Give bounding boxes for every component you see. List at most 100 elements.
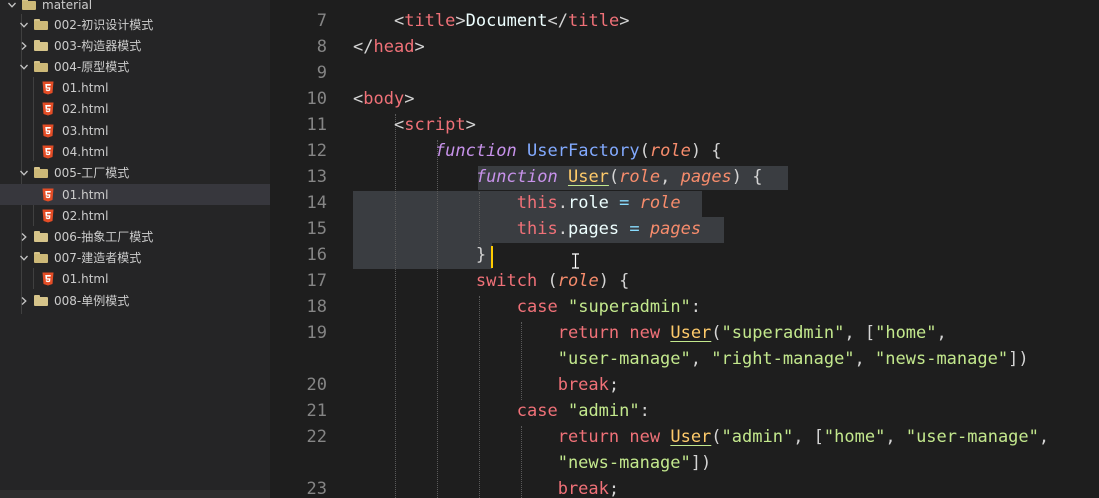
tree-file[interactable]: 01.html xyxy=(0,184,270,205)
chevron-down-icon[interactable] xyxy=(18,252,30,264)
code-token: User xyxy=(670,323,712,343)
chevron-right-icon[interactable] xyxy=(18,40,30,52)
code-token: ( xyxy=(608,167,620,187)
code-line[interactable]: </head> xyxy=(353,34,425,60)
tree-folder[interactable]: 007-建造者模式 xyxy=(0,247,270,268)
tree-folder[interactable]: 006-抽象工厂模式 xyxy=(0,226,270,247)
code-line[interactable]: this.pages = pages xyxy=(353,216,701,242)
code-token: "admin" xyxy=(567,401,640,421)
tree-item-label: 01.html xyxy=(62,80,109,95)
code-line[interactable]: <body> xyxy=(353,86,414,112)
chevron-down-icon[interactable] xyxy=(18,167,30,179)
text-cursor xyxy=(491,246,493,268)
tree-folder[interactable]: 003-构造器模式 xyxy=(0,35,270,56)
tree-folder[interactable]: material xyxy=(0,0,270,15)
code-line[interactable]: <script> xyxy=(353,112,476,138)
html5-icon xyxy=(42,145,54,159)
code-token: , xyxy=(660,167,681,187)
code-token: return xyxy=(557,427,620,447)
line-number: 10 xyxy=(306,89,327,109)
code-line[interactable]: <title>Document</title> xyxy=(353,8,630,34)
code-line[interactable]: } xyxy=(353,242,486,268)
code-token: , xyxy=(1038,427,1050,447)
code-line[interactable]: break; xyxy=(353,372,619,398)
code-token: case xyxy=(516,401,558,421)
tree-folder[interactable]: 008-单例模式 xyxy=(0,290,270,311)
tree-file[interactable]: 01.html xyxy=(0,268,270,289)
code-token: ( xyxy=(711,427,722,447)
code-line[interactable]: this.role = role xyxy=(353,190,681,216)
code-token: break xyxy=(557,375,609,395)
code-line[interactable]: switch (role) { xyxy=(353,268,630,294)
tree-file[interactable]: 02.html xyxy=(0,205,270,226)
code-token: role xyxy=(557,271,599,291)
code-token: > xyxy=(404,89,415,109)
tree-item-label: 01.html xyxy=(62,187,109,202)
code-line[interactable]: "user-manage", "right-manage", "news-man… xyxy=(353,346,1029,372)
line-number: 19 xyxy=(306,323,327,343)
chevron-down-icon[interactable] xyxy=(18,19,30,31)
code-line[interactable]: function UserFactory(role) { xyxy=(353,138,722,164)
chevron-down-icon[interactable] xyxy=(18,61,30,73)
code-token: ; xyxy=(608,375,620,395)
code-token: > xyxy=(619,11,630,31)
code-token: , [ xyxy=(844,323,876,343)
code-token: role xyxy=(567,193,609,213)
code-token: ( xyxy=(547,271,558,291)
code-token: ; xyxy=(608,479,620,498)
code-line[interactable]: function User(role, pages) { xyxy=(353,164,763,190)
code-token: < xyxy=(353,89,364,109)
code-token: > xyxy=(455,11,466,31)
html5-icon xyxy=(42,124,54,138)
tree-file[interactable]: 02.html xyxy=(0,98,270,119)
code-token: > xyxy=(414,37,425,57)
code-token: return xyxy=(557,323,620,343)
code-line[interactable]: "news-manage"]) xyxy=(353,450,712,476)
line-number: 16 xyxy=(306,245,327,265)
code-token: script xyxy=(404,115,466,135)
tree-item-label: 03.html xyxy=(62,123,109,138)
code-token: User xyxy=(670,427,712,447)
code-line[interactable]: case "superadmin": xyxy=(353,294,701,320)
chevron-down-icon[interactable] xyxy=(6,0,18,11)
folder-open-icon xyxy=(34,252,48,263)
code-token: "home" xyxy=(875,323,937,343)
code-token: ) { xyxy=(690,141,722,161)
code-line[interactable]: case "admin": xyxy=(353,398,650,424)
code-token: ]) xyxy=(1008,349,1029,369)
tree-item-label: 005-工厂模式 xyxy=(54,166,130,180)
folder-open-icon xyxy=(34,167,48,178)
code-line[interactable]: return new User("superadmin", ["home", xyxy=(353,320,947,346)
code-editor[interactable]: 7 8 9 10 11 12 13 14 15 16 17 18 19 20 21 22 23 <title>D… xyxy=(270,0,1099,498)
chevron-right-icon[interactable] xyxy=(18,295,30,307)
tree-folder[interactable]: 002-初识设计模式 xyxy=(0,14,270,35)
tree-file[interactable]: 01.html xyxy=(0,77,270,98)
line-number: 17 xyxy=(306,271,327,291)
line-number: 22 xyxy=(306,427,327,447)
code-token: case xyxy=(516,297,558,317)
code-token: . xyxy=(557,193,568,213)
tree-file[interactable]: 03.html xyxy=(0,120,270,141)
code-token: "news-manage" xyxy=(875,349,1009,369)
code-token: pages xyxy=(680,167,732,187)
code-token: "news-manage" xyxy=(557,453,691,473)
tree-folder[interactable]: 004-原型模式 xyxy=(0,56,270,77)
tree-file[interactable]: 04.html xyxy=(0,141,270,162)
code-line[interactable]: return new User("admin", ["home", "user-… xyxy=(353,424,1049,450)
chevron-right-icon[interactable] xyxy=(18,231,30,243)
code-line[interactable]: break; xyxy=(353,476,619,498)
code-token: "right-manage" xyxy=(711,349,855,369)
tree-folder[interactable]: 005-工厂模式 xyxy=(0,162,270,183)
